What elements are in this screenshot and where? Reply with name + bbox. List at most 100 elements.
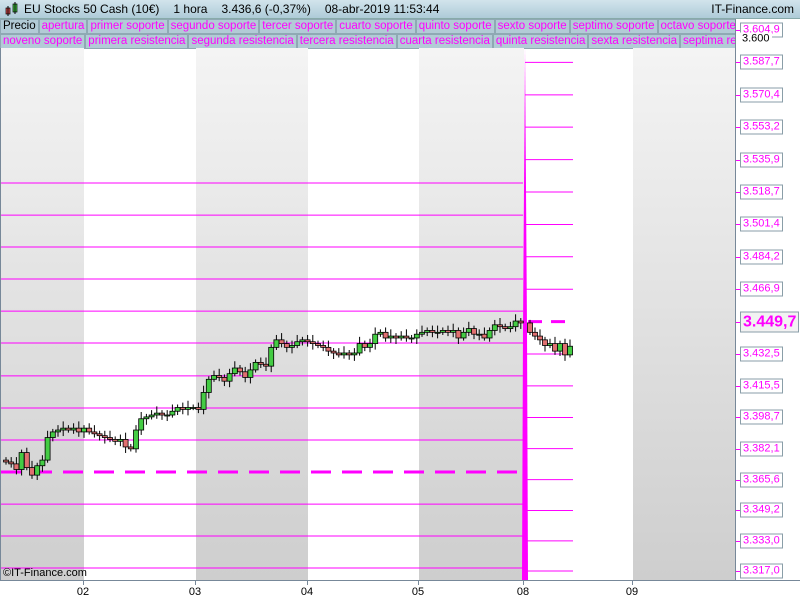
candle-body <box>195 407 202 410</box>
last-price: 3.436,6 (-0,37%) <box>221 2 311 16</box>
candle-body <box>532 331 538 337</box>
date-label: 03 <box>188 586 202 598</box>
candle-body <box>537 335 543 341</box>
legend-item-segunda-resistencia[interactable]: segunda resistencia <box>188 34 297 49</box>
price-tick <box>736 289 740 291</box>
legend-item-septima-resistenci[interactable]: septima resistenci <box>680 34 736 49</box>
timeframe[interactable]: 1 hora <box>173 2 207 16</box>
candle-body <box>112 439 119 442</box>
candle-body <box>393 335 399 339</box>
price-label: 3.535,9 <box>740 152 783 168</box>
candle-body <box>465 328 472 333</box>
candle-body <box>179 407 186 410</box>
candle-body <box>481 333 488 339</box>
candle-body <box>164 414 171 417</box>
candle-body <box>101 435 108 438</box>
price-chart[interactable] <box>0 48 735 580</box>
price-label: 3.365,6 <box>740 472 783 488</box>
candle-body <box>382 331 389 339</box>
candle-body <box>434 331 441 334</box>
date-label: 05 <box>411 586 425 598</box>
candle-body <box>242 371 249 378</box>
legend-item-septimo-soporte[interactable]: septimo soporte <box>569 19 658 34</box>
candle-body <box>81 427 87 433</box>
price-tick <box>736 256 740 258</box>
candle-body <box>507 326 514 329</box>
legend-item-apertura[interactable]: apertura <box>38 19 88 34</box>
day-band <box>196 48 308 580</box>
candle-body <box>23 452 30 469</box>
candle-body <box>174 407 181 412</box>
candle-body <box>476 333 483 336</box>
candle-body <box>512 320 519 328</box>
instrument-name: EU Stocks 50 Cash (10€) <box>24 2 160 16</box>
legend-item-quinto-soporte[interactable]: quinto soporte <box>415 19 495 34</box>
legend-item-noveno-soporte[interactable]: noveno soporte <box>0 34 86 49</box>
candle-body <box>231 367 238 375</box>
candle-body <box>96 433 103 437</box>
time-axis[interactable]: 02 03 04 05 08 09 <box>0 580 800 600</box>
candle-body <box>330 350 337 354</box>
price-label: 3.398,7 <box>740 409 783 425</box>
legend-item-primera-resistencia[interactable]: primera resistencia <box>85 34 189 49</box>
price-label: 3.466,9 <box>740 281 783 297</box>
candle-body <box>403 335 410 339</box>
candle-body <box>257 361 264 365</box>
candle-body <box>527 322 533 333</box>
candle-body <box>455 330 462 339</box>
legend-item-sexta-resistencia[interactable]: sexta resistencia <box>588 34 680 49</box>
price-label: 3.449,7 <box>740 311 800 333</box>
candle-body <box>205 378 212 393</box>
candle-body <box>361 343 368 348</box>
candle-body <box>226 373 233 382</box>
date-tick <box>632 581 633 585</box>
candle-body <box>200 392 207 410</box>
candle-body <box>346 352 353 356</box>
legend-item-primer-soporte[interactable]: primer soporte <box>87 19 168 34</box>
candle-body <box>190 407 197 409</box>
price-label: 3.484,2 <box>740 249 783 265</box>
legend-item-cuarto-soporte[interactable]: cuarto soporte <box>336 19 416 34</box>
candle-body <box>127 446 134 450</box>
candle-body <box>557 343 563 352</box>
candle-body <box>408 337 415 340</box>
candle-body <box>294 341 301 346</box>
datetime: 08-abr-2019 11:53:44 <box>324 2 440 16</box>
candle-body <box>117 439 124 442</box>
legend-item-tercer-soporte[interactable]: tercer soporte <box>259 19 337 34</box>
legend-item-Precio[interactable]: Precio <box>0 19 39 34</box>
candle-body <box>299 339 306 343</box>
candle-body <box>29 467 35 476</box>
candle-body <box>377 331 384 335</box>
legend-item-cuarta-resistencia[interactable]: cuarta resistencia <box>396 34 493 49</box>
candle-body <box>315 343 321 346</box>
candlestick-logo-icon <box>5 2 18 16</box>
date-label: 04 <box>300 586 314 598</box>
legend-item-octavo-soporte[interactable]: octavo soporte <box>657 19 736 34</box>
legend-item-quinta-resistencia[interactable]: quinta resistencia <box>492 34 589 49</box>
candle-body <box>283 343 290 348</box>
chart-canvas <box>1 48 735 580</box>
candle-body <box>133 429 139 450</box>
candle-body <box>13 463 20 470</box>
candle-body <box>325 346 332 352</box>
candle-body <box>542 339 548 346</box>
candle-body <box>3 459 9 463</box>
price-label: 3.518,7 <box>740 184 783 200</box>
candle-body <box>413 333 420 339</box>
candle-body <box>562 343 568 356</box>
price-tick <box>736 540 740 542</box>
title-bar: EU Stocks 50 Cash (10€) 1 hora 3.436,6 (… <box>0 0 800 19</box>
candle-body <box>185 407 191 410</box>
price-axis[interactable]: 3.604,9 3.600 3.587,7 3.570,4 3.553,2 3.535,9… <box>735 19 800 580</box>
price-label: 3.553,2 <box>740 119 783 135</box>
price-tick <box>736 385 740 387</box>
legend-item-segundo-soporte[interactable]: segundo soporte <box>167 19 260 34</box>
legend-item-tercera-resistencia[interactable]: tercera resistencia <box>296 34 397 49</box>
candle-body <box>445 330 451 333</box>
date-tick <box>418 581 419 585</box>
legend-item-sexto-soporte[interactable]: sexto soporte <box>494 19 570 34</box>
candle-body <box>502 326 509 329</box>
candle-body <box>278 339 285 345</box>
price-tick <box>736 321 740 323</box>
